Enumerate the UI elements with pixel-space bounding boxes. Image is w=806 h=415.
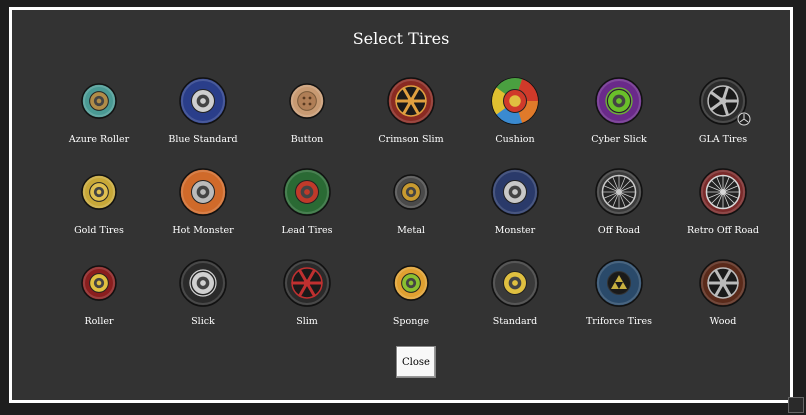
tire-label: Cushion [495,134,535,145]
sponge-tire-icon [393,265,429,301]
tire-option[interactable]: Lead Tires [255,164,359,255]
roller-tire-icon [81,265,117,301]
tire-label: Standard [492,316,538,327]
tire-label: Hot Monster [172,225,234,236]
tire-label: Metal [397,225,425,236]
tire-option[interactable]: Cyber Slick [567,73,671,164]
monster-tire-icon [491,168,539,216]
tire-label: Azure Roller [68,134,130,145]
select-tires-dialog: Select Tires Azure Roller Blue Standard Bu… [9,7,793,403]
tire-label: Button [290,134,324,145]
tire-label: Sponge [392,316,430,327]
slick-tire-icon [179,259,227,307]
tire-option[interactable]: Off Road [567,164,671,255]
tire-label: Off Road [597,225,641,236]
tire-option[interactable]: Crimson Slim [359,73,463,164]
tire-label: Wood [709,316,737,327]
standard-tire-icon [491,259,539,307]
gold-tire-icon [81,174,117,210]
tire-grid: Azure Roller Blue Standard Button Crimson S… [47,73,775,346]
tire-label: Roller [84,316,114,327]
off-road-tire-icon [595,168,643,216]
tire-option[interactable]: Monster [463,164,567,255]
tire-option[interactable]: Button [255,73,359,164]
metal-tire-icon [393,174,429,210]
tire-option[interactable]: Wood [671,255,775,346]
retro-off-road-tire-icon [699,168,747,216]
blue-standard-tire-icon [179,77,227,125]
tire-label: Retro Off Road [686,225,760,236]
tire-option[interactable]: Sponge [359,255,463,346]
tire-option[interactable]: Blue Standard [151,73,255,164]
tire-option[interactable]: Slim [255,255,359,346]
tire-option[interactable]: Standard [463,255,567,346]
tire-label: Gold Tires [74,225,124,236]
tire-label: Crimson Slim [378,134,444,145]
lead-tire-icon [283,168,331,216]
tire-option[interactable]: Gold Tires [47,164,151,255]
tire-option[interactable]: Cushion [463,73,567,164]
tire-option[interactable]: Azure Roller [47,73,151,164]
tire-label: Monster [494,225,536,236]
crimson-slim-tire-icon [387,77,435,125]
close-button[interactable]: Close [396,346,436,378]
tire-label: Triforce Tires [585,316,653,327]
gla-tire-icon [699,77,751,126]
tire-option[interactable]: Retro Off Road [671,164,775,255]
slim-tire-icon [283,259,331,307]
tire-label: Blue Standard [168,134,238,145]
cyber-slick-tire-icon [595,77,643,125]
hot-monster-tire-icon [179,168,227,216]
tire-label: Slick [191,316,215,327]
tire-option[interactable]: Metal [359,164,463,255]
triforce-tire-icon [595,259,643,307]
wood-tire-icon [699,259,747,307]
tire-option[interactable]: GLA Tires [671,73,775,164]
tire-label: GLA Tires [698,134,748,145]
cushion-tire-icon [491,77,539,125]
dialog-title: Select Tires [352,29,450,48]
azure-roller-tire-icon [81,83,117,119]
resize-corner[interactable] [788,397,804,413]
tire-label: Lead Tires [281,225,333,236]
tire-label: Slim [296,316,318,327]
tire-option[interactable]: Triforce Tires [567,255,671,346]
tire-option[interactable]: Slick [151,255,255,346]
button-tire-icon [289,83,325,119]
tire-option[interactable]: Roller [47,255,151,346]
tire-option[interactable]: Hot Monster [151,164,255,255]
tire-label: Cyber Slick [591,134,647,145]
